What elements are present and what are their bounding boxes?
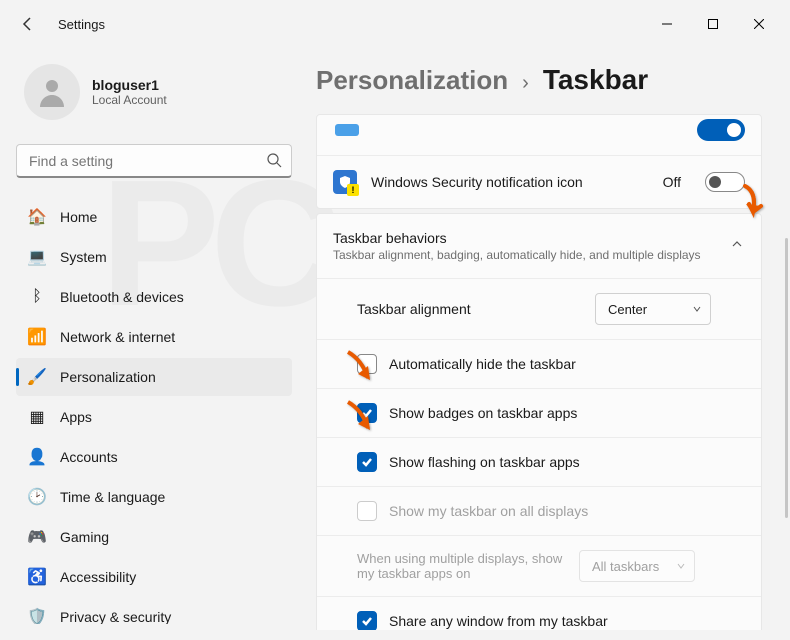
nav-icon: 🛡️ [28,608,46,624]
toggle-partial[interactable] [697,119,745,141]
scrollbar[interactable] [785,238,788,518]
nav-item-apps[interactable]: ▦ Apps [16,398,292,436]
nav-label: Gaming [60,529,109,545]
partial-row [317,115,761,156]
nav-item-network-internet[interactable]: 📶 Network & internet [16,318,292,356]
badges-checkbox[interactable] [357,403,377,423]
nav-label: Privacy & security [60,609,171,624]
user-account-type: Local Account [92,93,167,107]
behaviors-subtitle: Taskbar alignment, badging, automaticall… [333,248,711,262]
nav-label: Apps [60,409,92,425]
nav-item-home[interactable]: 🏠 Home [16,198,292,236]
alignment-dropdown[interactable]: Center [595,293,711,325]
nav-icon: ▦ [28,408,46,426]
nav-list: 🏠 Home 💻 System ᛒ Bluetooth & devices 📶 Network… [16,198,292,624]
nav-label: Time & language [60,489,165,505]
badges-row: Show badges on taskbar apps [317,389,761,438]
nav-icon: ᛒ [28,288,46,306]
share-window-row: Share any window from my taskbar [317,597,761,630]
breadcrumb: Personalization › Taskbar [316,64,770,96]
auto-hide-checkbox[interactable] [357,354,377,374]
badges-label: Show badges on taskbar apps [389,405,711,421]
nav-icon: 👤 [28,448,46,466]
nav-icon: 🏠 [28,208,46,226]
alignment-label: Taskbar alignment [357,301,583,317]
minimize-button[interactable] [644,8,690,40]
security-label: Windows Security notification icon [371,174,649,190]
breadcrumb-separator: › [522,72,529,95]
alignment-row: Taskbar alignment Center [317,279,761,340]
nav-item-gaming[interactable]: 🎮 Gaming [16,518,292,556]
behaviors-expander[interactable]: Taskbar behaviors Taskbar alignment, bad… [317,214,761,278]
user-block[interactable]: bloguser1 Local Account [16,48,292,144]
all-displays-row: Show my taskbar on all displays [317,487,761,536]
search-input[interactable] [16,144,292,178]
nav-label: Personalization [60,369,156,385]
flashing-row: Show flashing on taskbar apps [317,438,761,487]
nav-icon: 💻 [28,248,46,266]
all-displays-label: Show my taskbar on all displays [389,503,711,519]
chevron-up-icon [731,237,743,255]
all-displays-checkbox [357,501,377,521]
multi-display-value: All taskbars [592,559,659,574]
behaviors-title: Taskbar behaviors [333,230,711,246]
share-window-checkbox[interactable] [357,611,377,630]
nav-label: System [60,249,107,265]
breadcrumb-current: Taskbar [543,64,648,96]
back-button[interactable] [8,4,48,44]
flashing-label: Show flashing on taskbar apps [389,454,711,470]
multi-display-row: When using multiple displays, show my ta… [317,536,761,597]
nav-label: Bluetooth & devices [60,289,184,305]
nav-item-accounts[interactable]: 👤 Accounts [16,438,292,476]
unknown-icon [335,124,359,136]
toggle-state-text: Off [663,174,681,190]
nav-item-system[interactable]: 💻 System [16,238,292,276]
nav-label: Network & internet [60,329,175,345]
flashing-checkbox[interactable] [357,452,377,472]
nav-item-bluetooth-devices[interactable]: ᛒ Bluetooth & devices [16,278,292,316]
close-button[interactable] [736,8,782,40]
window-title: Settings [58,17,105,32]
nav-item-privacy-security[interactable]: 🛡️ Privacy & security [16,598,292,624]
shield-icon: ! [333,170,357,194]
maximize-button[interactable] [690,8,736,40]
nav-icon: 🖌️ [28,368,46,386]
security-notification-row: ! Windows Security notification icon Off [317,156,761,208]
share-window-label: Share any window from my taskbar [389,613,711,629]
breadcrumb-parent[interactable]: Personalization [316,65,508,96]
nav-icon: ♿ [28,568,46,586]
security-toggle[interactable] [705,172,745,192]
nav-item-time-language[interactable]: 🕑 Time & language [16,478,292,516]
multi-display-dropdown: All taskbars [579,550,695,582]
nav-icon: 🕑 [28,488,46,506]
multi-display-label: When using multiple displays, show my ta… [357,551,567,581]
chevron-down-icon [692,302,702,317]
nav-label: Home [60,209,97,225]
nav-icon: 🎮 [28,528,46,546]
auto-hide-row: Automatically hide the taskbar [317,340,761,389]
nav-label: Accounts [60,449,118,465]
nav-item-personalization[interactable]: 🖌️ Personalization [16,358,292,396]
alignment-value: Center [608,302,647,317]
nav-item-accessibility[interactable]: ♿ Accessibility [16,558,292,596]
chevron-down-icon [676,559,686,574]
auto-hide-label: Automatically hide the taskbar [389,356,711,372]
nav-label: Accessibility [60,569,136,585]
avatar [24,64,80,120]
user-name: bloguser1 [92,77,167,93]
nav-icon: 📶 [28,328,46,346]
